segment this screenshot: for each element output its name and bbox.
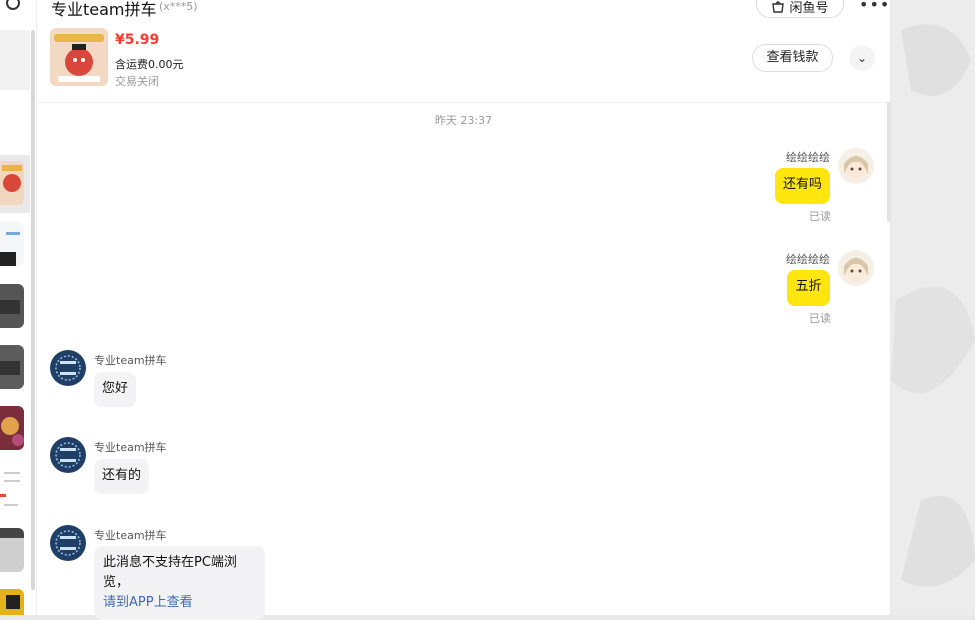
- read-receipt: 已读: [809, 312, 831, 325]
- message-timestamp: 昨天 23:37: [434, 114, 493, 127]
- background-decoration: [891, 0, 975, 615]
- avatar[interactable]: [838, 250, 874, 286]
- sender-name: 专业team拼车: [94, 529, 167, 542]
- message-bubble[interactable]: 还有的: [94, 459, 150, 494]
- shipping-fee: 含运费0.00元: [115, 58, 184, 71]
- message-bubble[interactable]: 五折: [787, 270, 830, 306]
- avatar[interactable]: [50, 525, 86, 561]
- message-bubble[interactable]: 还有吗: [775, 168, 830, 204]
- sender-name: 绘绘绘绘: [786, 253, 830, 266]
- conversation-thumbnail[interactable]: [0, 406, 24, 450]
- chevron-down-icon[interactable]: ⌄: [849, 45, 875, 71]
- conversation-thumbnail[interactable]: [0, 528, 24, 572]
- chat-panel: 专业team拼车 (x***5) 闲鱼号 ••• ¥5.99 含运费0.00元 …: [37, 0, 891, 620]
- more-dots-icon[interactable]: •••: [859, 0, 890, 13]
- sender-name: 专业team拼车: [94, 441, 167, 454]
- sender-name: 专业team拼车: [94, 354, 167, 367]
- conversation-item[interactable]: [0, 30, 30, 90]
- conversation-thumbnail[interactable]: [0, 345, 24, 389]
- unsupported-message-text: 此消息不支持在PC端浏览，: [103, 555, 237, 590]
- conversation-thumbnail[interactable]: [0, 589, 24, 615]
- list-scrollbar[interactable]: [31, 30, 35, 590]
- shop-icon: [772, 1, 785, 13]
- conversation-thumbnail[interactable]: [0, 222, 24, 266]
- product-price: ¥5.99: [115, 32, 160, 48]
- conversation-list: [0, 0, 37, 615]
- user-id: (x***5): [159, 0, 198, 13]
- chat-header: 专业team拼车 (x***5) 闲鱼号 ••• ¥5.99 含运费0.00元 …: [37, 0, 890, 103]
- unsupported-message-bubble: 此消息不支持在PC端浏览， 请到APP上查看: [94, 546, 265, 620]
- settings-icon[interactable]: [6, 0, 20, 10]
- sender-name: 绘绘绘绘: [786, 151, 830, 164]
- conversation-thumbnail[interactable]: [0, 284, 24, 328]
- open-in-app-link[interactable]: 请到APP上查看: [103, 593, 256, 613]
- chat-title: 专业team拼车: [51, 0, 157, 19]
- xianyu-id-button[interactable]: 闲鱼号: [756, 0, 844, 18]
- avatar[interactable]: [50, 437, 86, 473]
- trade-status: 交易关闭: [115, 75, 159, 88]
- conversation-thumbnail[interactable]: [0, 161, 24, 205]
- avatar[interactable]: [50, 350, 86, 386]
- avatar[interactable]: [838, 148, 874, 184]
- view-payment-button[interactable]: 查看钱款: [752, 44, 833, 72]
- conversation-thumbnail[interactable]: [0, 466, 24, 510]
- message-bubble[interactable]: 您好: [94, 372, 137, 407]
- product-image[interactable]: [50, 28, 108, 86]
- read-receipt: 已读: [809, 210, 831, 223]
- xianyu-id-label: 闲鱼号: [789, 1, 829, 16]
